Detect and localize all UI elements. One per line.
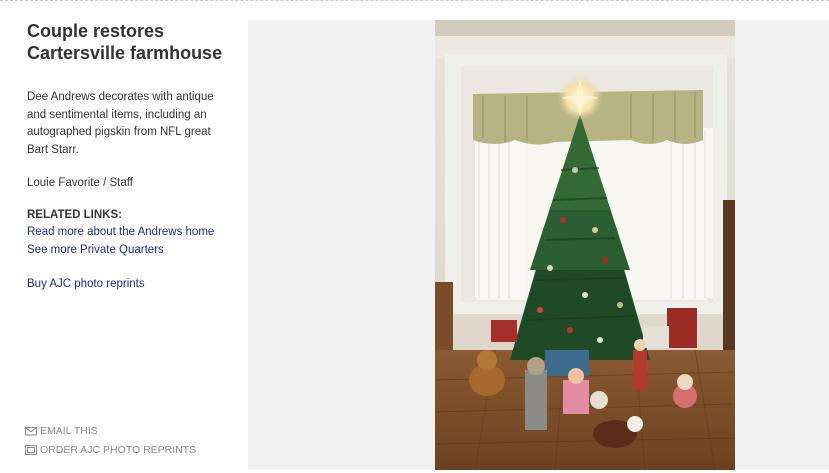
photo-credit: Louie Favorite / Staff xyxy=(27,177,133,189)
page-title: Couple restores Cartersville farmhouse xyxy=(27,21,223,63)
related-link-andrews-home[interactable]: Read more about the Andrews home xyxy=(27,224,232,242)
order-reprints-link[interactable]: ORDER AJC PHOTO REPRINTS xyxy=(25,440,196,459)
envelope-icon xyxy=(25,426,37,436)
buy-reprints-link[interactable]: Buy AJC photo reprints xyxy=(27,276,232,294)
photo-panel xyxy=(248,20,829,470)
email-this-link[interactable]: EMAIL THIS xyxy=(25,421,196,440)
christmas-tree-photo[interactable] xyxy=(435,20,735,470)
photo-caption: Dee Andrews decorates with antique and s… xyxy=(27,91,214,156)
related-link-private-quarters[interactable]: See more Private Quarters xyxy=(27,242,232,260)
photo-sidebar: Couple restores Cartersville farmhouse D… xyxy=(27,20,232,294)
christmas-tree-image xyxy=(435,20,735,470)
photo-reprint-icon xyxy=(25,444,37,455)
photo-actions: EMAIL THIS ORDER AJC PHOTO REPRINTS xyxy=(25,421,196,459)
related-links-heading: RELATED LINKS: xyxy=(27,209,122,221)
order-reprints-label: ORDER AJC PHOTO REPRINTS xyxy=(40,443,197,456)
top-divider xyxy=(0,0,829,1)
email-this-label: EMAIL THIS xyxy=(40,424,98,437)
